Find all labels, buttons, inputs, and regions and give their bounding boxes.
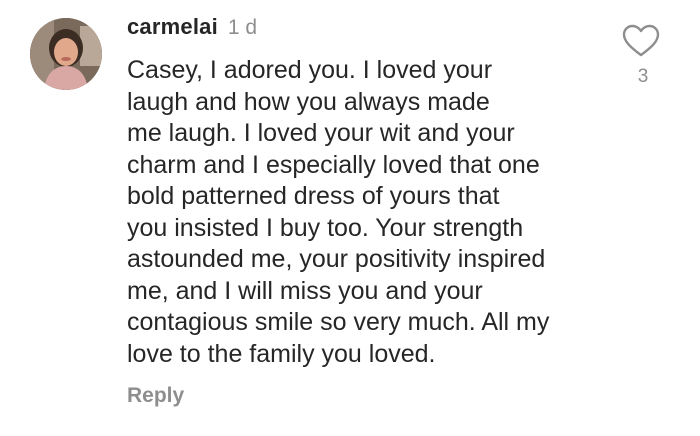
comment: carmelai 1 d Casey, I adored you. I love…: [0, 0, 700, 436]
reply-button[interactable]: Reply: [127, 384, 184, 408]
like-button[interactable]: [622, 24, 660, 58]
comment-text: Casey, I adored you. I loved your laugh …: [127, 56, 550, 368]
like-count[interactable]: 3: [633, 66, 653, 88]
heart-icon: [622, 24, 660, 57]
username[interactable]: carmelai: [127, 14, 218, 40]
comment-header: carmelai 1 d: [127, 14, 257, 48]
avatar[interactable]: [30, 18, 102, 90]
user-avatar-icon: [30, 18, 102, 90]
timestamp[interactable]: 1 d: [228, 16, 257, 40]
